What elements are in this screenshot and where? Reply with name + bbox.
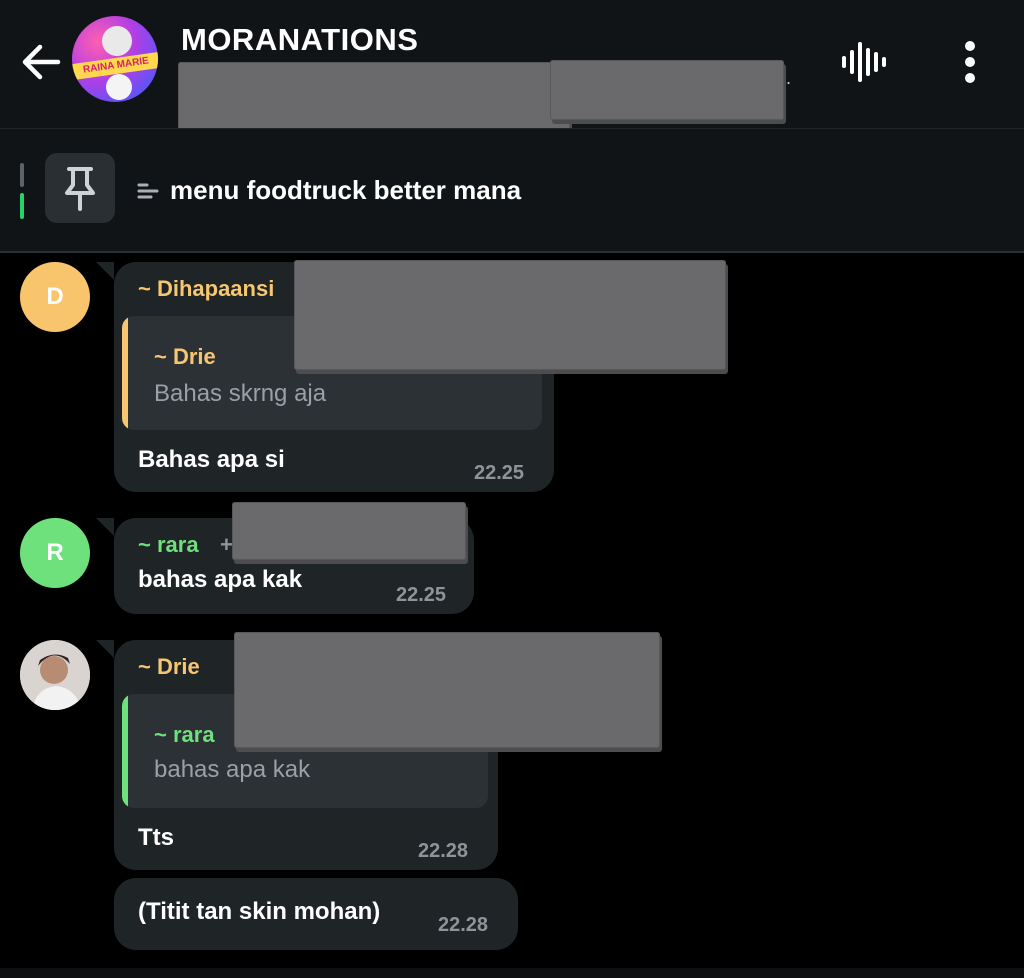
- message-time: 22.25: [474, 462, 525, 484]
- message-time: 22.28: [418, 840, 469, 862]
- avatar-face: [106, 74, 132, 100]
- message-text: bahas apa kak: [138, 566, 303, 593]
- quote-text: bahas apa kak: [154, 756, 311, 783]
- voice-chat-icon[interactable]: [840, 38, 888, 86]
- message-lines-icon: [137, 181, 161, 201]
- redaction-block: [234, 632, 660, 748]
- avatar-face: [102, 26, 132, 56]
- pin-indicator: [20, 163, 24, 187]
- quote-sender: ~ rara: [154, 722, 215, 747]
- avatar-letter: R: [46, 539, 64, 566]
- message-text: (Titit tan skin mohan): [138, 898, 381, 925]
- bubble-tail: [96, 518, 114, 536]
- message-time: 22.28: [438, 914, 489, 936]
- pinned-message-text: menu foodtruck better mana: [170, 175, 522, 205]
- quote-bar: [122, 316, 128, 430]
- message-bubble[interactable]: (Titit tan skin mohan) 22.28: [114, 878, 518, 950]
- bubble-tail: [96, 640, 114, 658]
- group-avatar[interactable]: RAINA MARIE: [72, 16, 158, 102]
- quote-text: Bahas skrng aja: [154, 380, 327, 407]
- sender-name[interactable]: ~ rara: [138, 532, 199, 558]
- chat-screen: RAINA MARIE MORANATIONS . menu foodtruck…: [0, 0, 1024, 978]
- pin-icon[interactable]: [45, 153, 115, 223]
- quote-bar: [122, 694, 128, 808]
- profile-photo-icon: [20, 640, 90, 710]
- message-text: Tts: [138, 824, 174, 851]
- chat-title[interactable]: MORANATIONS: [181, 22, 418, 58]
- message-time: 22.25: [396, 584, 447, 606]
- avatar[interactable]: [20, 640, 90, 710]
- more-vertical-icon[interactable]: [952, 38, 988, 86]
- pinned-message-bar[interactable]: menu foodtruck better mana: [0, 128, 1024, 253]
- sender-name[interactable]: ~ Dihapaansi: [138, 276, 274, 302]
- redaction-block: [550, 60, 784, 120]
- message-text: Bahas apa si: [138, 446, 285, 473]
- quote-sender: ~ Drie: [154, 344, 216, 369]
- avatar[interactable]: R: [20, 518, 90, 588]
- chat-subtitle: .: [786, 68, 792, 88]
- pin-indicator-active: [20, 193, 24, 219]
- arrow-left-icon[interactable]: [18, 38, 66, 86]
- chat-header: RAINA MARIE MORANATIONS .: [0, 0, 1024, 162]
- avatar[interactable]: D: [20, 262, 90, 332]
- redaction-block: [232, 502, 466, 560]
- sender-name[interactable]: ~ Drie: [138, 654, 200, 680]
- redaction-block: [294, 260, 726, 370]
- bottom-edge: [0, 968, 1024, 978]
- avatar-letter: D: [46, 283, 64, 310]
- sender-phone-prefix: +: [220, 532, 233, 557]
- bubble-tail: [96, 262, 114, 280]
